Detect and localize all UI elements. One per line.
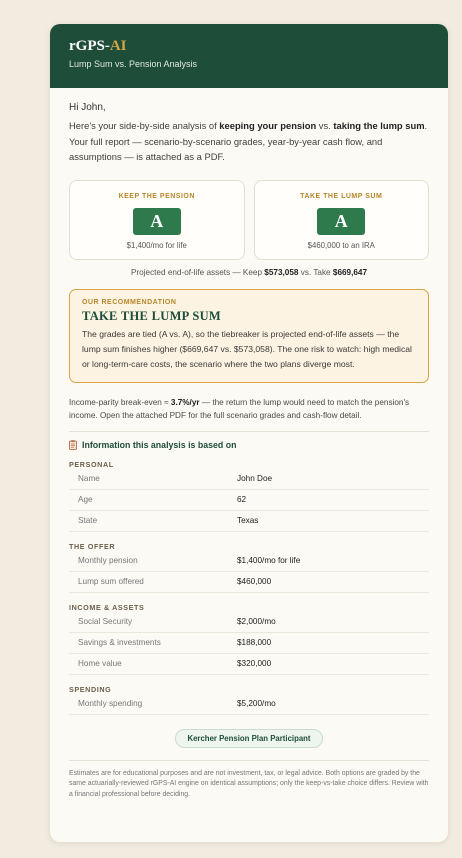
table-row: Monthly pension $1,400/mo for life xyxy=(69,551,429,572)
divider xyxy=(69,759,429,761)
option-lump-sum: TAKE THE LUMP SUM A $460,000 to an IRA xyxy=(253,179,429,260)
section-label: THE OFFER xyxy=(69,541,116,551)
grade-badge: A xyxy=(132,207,181,235)
recommendation-kicker: OUR RECOMMENDATION xyxy=(82,298,177,306)
option-keep-pension: KEEP THE PENSION A $1,400/mo for life xyxy=(69,179,245,260)
table-row: Savings & investments $188,000 xyxy=(69,633,429,654)
parity-note: Income-parity break-even ≈ 3.7%/yr — the… xyxy=(69,397,410,421)
info-section-offer: THE OFFER Monthly pension $1,400/mo for l… xyxy=(69,542,429,593)
info-section-income: INCOME & ASSETS Social Security $2,000/mo… xyxy=(69,603,429,675)
info-section-spending: SPENDING Monthly spending $5,200/mo xyxy=(69,685,429,715)
option-label: TAKE THE LUMP SUM xyxy=(300,192,383,200)
section-label: PERSONAL xyxy=(69,459,114,469)
recommendation-box: OUR RECOMMENDATION TAKE THE LUMP SUM The… xyxy=(69,288,429,383)
header-banner: rGPS-AI Lump Sum vs. Pension Analysis xyxy=(50,24,448,88)
info-heading: Information this analysis is based on xyxy=(69,440,429,450)
table-row: Lump sum offered $460,000 xyxy=(69,572,429,593)
option-detail: $460,000 to an IRA xyxy=(307,240,375,250)
table-row: Name John Doe xyxy=(69,469,429,490)
table-row: Social Security $2,000/mo xyxy=(69,612,429,633)
grade-badge: A xyxy=(317,207,366,235)
option-detail: $1,400/mo for life xyxy=(126,240,187,250)
info-title: Information this analysis is based on xyxy=(82,439,237,450)
badge-wrap: Kercher Pension Plan Participant xyxy=(69,728,429,748)
disclaimer-footer: Estimates are for educational purposes a… xyxy=(69,769,429,798)
recommendation-body: The grades are tied (A vs. A), so the ti… xyxy=(82,328,412,370)
greeting: Hi John, xyxy=(69,102,106,113)
projected-assets: Projected end-of-life assets — Keep $573… xyxy=(130,267,368,277)
brand-logo: rGPS-AI xyxy=(69,38,127,54)
participant-badge: Kercher Pension Plan Participant xyxy=(175,728,323,748)
recommendation-title: TAKE THE LUMP SUM xyxy=(82,308,222,323)
email-card: rGPS-AI Lump Sum vs. Pension Analysis Hi… xyxy=(50,24,448,842)
section-label: INCOME & ASSETS xyxy=(69,602,145,612)
table-row: Age 62 xyxy=(69,490,429,511)
section-label: SPENDING xyxy=(69,684,112,694)
intro-paragraph: Here's your side-by-side analysis of kee… xyxy=(69,120,428,162)
table-row: Monthly spending $5,200/mo xyxy=(69,694,429,715)
divider xyxy=(69,430,429,432)
info-section-personal: PERSONAL Name John Doe Age 62 State Texas xyxy=(69,460,429,532)
header-subtitle: Lump Sum vs. Pension Analysis xyxy=(69,59,198,69)
option-label: KEEP THE PENSION xyxy=(118,192,195,200)
table-row: State Texas xyxy=(69,511,429,532)
table-row: Home value $320,000 xyxy=(69,654,429,675)
email-content: Hi John, Here's your side-by-side analys… xyxy=(50,88,448,800)
option-cards: KEEP THE PENSION A $1,400/mo for life TA… xyxy=(69,179,429,260)
clipboard-icon xyxy=(69,440,77,450)
